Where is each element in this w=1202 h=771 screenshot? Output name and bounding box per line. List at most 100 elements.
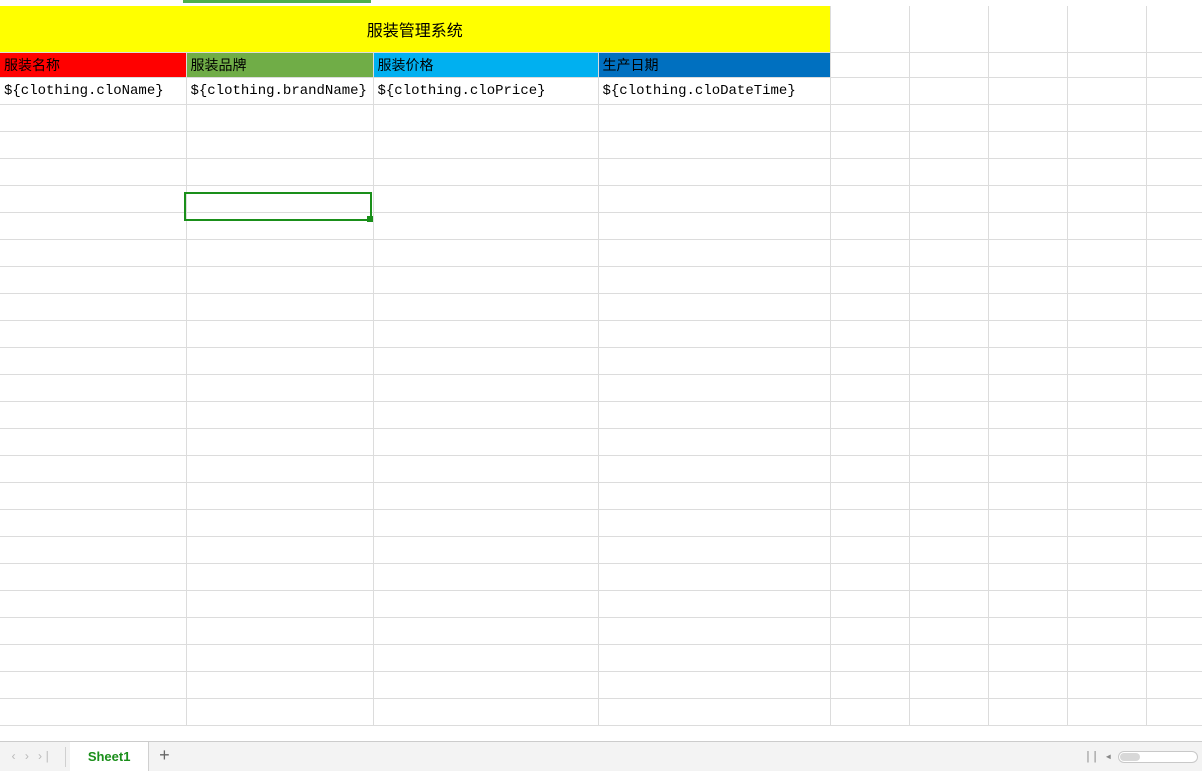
cell[interactable]	[1067, 698, 1146, 725]
cell[interactable]	[909, 617, 988, 644]
cell[interactable]	[598, 185, 830, 212]
cell[interactable]	[988, 212, 1067, 239]
cell[interactable]	[1146, 428, 1202, 455]
cell[interactable]	[1146, 293, 1202, 320]
cell[interactable]	[186, 185, 373, 212]
cell[interactable]	[1146, 131, 1202, 158]
cell[interactable]	[186, 563, 373, 590]
cell[interactable]	[598, 158, 830, 185]
cell[interactable]	[830, 590, 909, 617]
cell[interactable]	[1146, 77, 1202, 104]
cell[interactable]	[988, 482, 1067, 509]
table-row[interactable]	[0, 104, 1202, 131]
cell[interactable]	[373, 374, 598, 401]
cell[interactable]	[1067, 482, 1146, 509]
cell[interactable]	[186, 266, 373, 293]
cell[interactable]	[830, 617, 909, 644]
cell[interactable]	[1067, 590, 1146, 617]
table-row[interactable]	[0, 293, 1202, 320]
data-cell-date[interactable]: ${clothing.cloDateTime}	[598, 77, 830, 104]
table-row[interactable]	[0, 644, 1202, 671]
table-row[interactable]	[0, 428, 1202, 455]
cell[interactable]	[988, 131, 1067, 158]
cell[interactable]	[909, 131, 988, 158]
cell[interactable]	[598, 239, 830, 266]
cell[interactable]	[1067, 52, 1146, 77]
table-row[interactable]	[0, 320, 1202, 347]
cell[interactable]	[1146, 239, 1202, 266]
cell[interactable]	[0, 428, 186, 455]
cell[interactable]	[186, 158, 373, 185]
cell[interactable]	[1067, 536, 1146, 563]
table-row[interactable]	[0, 698, 1202, 725]
cell[interactable]	[186, 590, 373, 617]
table-row[interactable]	[0, 509, 1202, 536]
table-row[interactable]	[0, 131, 1202, 158]
cell[interactable]	[598, 374, 830, 401]
header-cell-name[interactable]: 服装名称	[0, 52, 186, 77]
cell[interactable]	[909, 6, 988, 52]
cell[interactable]	[988, 185, 1067, 212]
cell[interactable]	[598, 131, 830, 158]
cell[interactable]	[0, 266, 186, 293]
cell[interactable]	[988, 77, 1067, 104]
cell[interactable]	[1146, 644, 1202, 671]
cell[interactable]	[909, 374, 988, 401]
cell[interactable]	[186, 536, 373, 563]
nav-prev-icon[interactable]: ‹	[10, 750, 17, 764]
cell[interactable]	[1067, 347, 1146, 374]
cell[interactable]	[1146, 52, 1202, 77]
cell[interactable]	[988, 590, 1067, 617]
table-row[interactable]	[0, 374, 1202, 401]
cell[interactable]	[373, 428, 598, 455]
cell[interactable]	[373, 185, 598, 212]
cell[interactable]	[1146, 6, 1202, 52]
cell[interactable]	[0, 347, 186, 374]
cell[interactable]	[0, 590, 186, 617]
cell[interactable]	[373, 671, 598, 698]
cell[interactable]	[0, 644, 186, 671]
cell[interactable]	[1146, 482, 1202, 509]
cell[interactable]	[1067, 293, 1146, 320]
cell[interactable]	[1067, 455, 1146, 482]
cell[interactable]	[1067, 320, 1146, 347]
cell[interactable]	[598, 617, 830, 644]
cell[interactable]	[0, 671, 186, 698]
cell[interactable]	[1146, 590, 1202, 617]
cell[interactable]	[1146, 509, 1202, 536]
cell[interactable]	[830, 6, 909, 52]
cell[interactable]	[373, 212, 598, 239]
cell[interactable]	[373, 401, 598, 428]
cell[interactable]	[373, 536, 598, 563]
cell[interactable]	[988, 347, 1067, 374]
cell[interactable]	[186, 104, 373, 131]
cell[interactable]	[598, 671, 830, 698]
cell[interactable]	[186, 509, 373, 536]
cell[interactable]	[598, 563, 830, 590]
cell[interactable]	[909, 158, 988, 185]
horizontal-scrollbar[interactable]	[1118, 751, 1198, 763]
table-row[interactable]	[0, 617, 1202, 644]
cell[interactable]	[1067, 266, 1146, 293]
cell[interactable]	[186, 239, 373, 266]
cell[interactable]	[830, 131, 909, 158]
cell[interactable]	[0, 374, 186, 401]
cell[interactable]	[186, 320, 373, 347]
cell[interactable]	[373, 104, 598, 131]
cell[interactable]	[186, 698, 373, 725]
cell[interactable]	[909, 52, 988, 77]
cell[interactable]	[598, 104, 830, 131]
cell[interactable]	[598, 293, 830, 320]
cell[interactable]	[830, 671, 909, 698]
cell[interactable]	[909, 536, 988, 563]
cell[interactable]	[1146, 374, 1202, 401]
cell[interactable]	[0, 158, 186, 185]
nav-next-icon[interactable]: ›	[23, 750, 30, 764]
cell[interactable]	[909, 320, 988, 347]
header-row[interactable]: 服装名称 服装品牌 服装价格 生产日期	[0, 52, 1202, 77]
cell[interactable]	[830, 428, 909, 455]
cell[interactable]	[1146, 158, 1202, 185]
cell[interactable]	[830, 266, 909, 293]
cell[interactable]	[1067, 131, 1146, 158]
cell[interactable]	[830, 320, 909, 347]
